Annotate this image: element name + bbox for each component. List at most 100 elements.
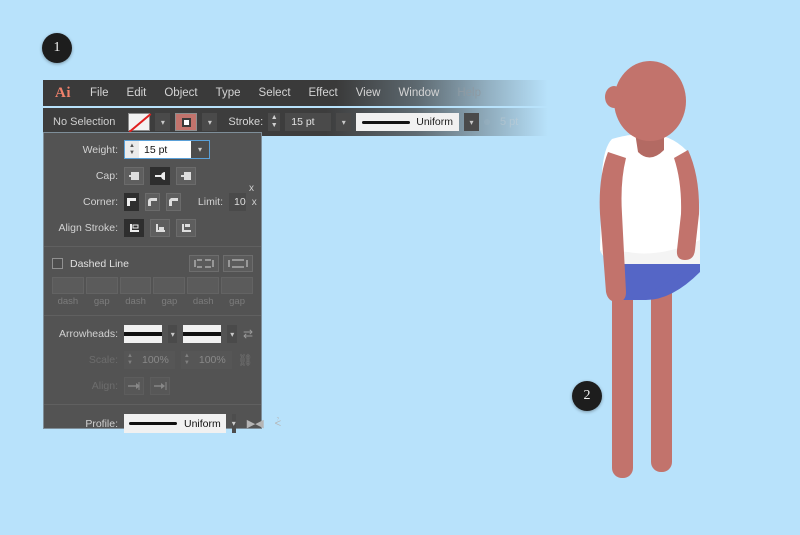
dash-field-3[interactable] bbox=[187, 277, 220, 294]
control-opacity-value: 5 pt bbox=[500, 116, 519, 128]
preserve-exact-dash-icon[interactable] bbox=[189, 255, 219, 272]
scale-end-stepper[interactable]: ▲ ▼ bbox=[181, 353, 193, 367]
arrowhead-end-select[interactable] bbox=[183, 325, 222, 343]
flip-along-icon[interactable]: ⩻ bbox=[275, 417, 281, 430]
gap-field-3[interactable] bbox=[221, 277, 253, 294]
stroke-weight-value[interactable]: 15 pt bbox=[285, 113, 332, 131]
align-dashes-corners-icon[interactable] bbox=[223, 255, 253, 272]
dash-caption-3: dash bbox=[192, 296, 214, 307]
projecting-cap-icon[interactable] bbox=[176, 167, 196, 185]
arrowheads-label: Arrowheads: bbox=[59, 328, 118, 340]
arrowhead-start-preview-icon bbox=[124, 332, 162, 336]
place-arrow-tip-icon[interactable] bbox=[150, 377, 170, 395]
scale-label: Scale: bbox=[88, 354, 118, 366]
menu-select[interactable]: Select bbox=[250, 83, 300, 103]
limit-input[interactable]: 10 bbox=[229, 193, 246, 211]
align-stroke-outside-icon[interactable] bbox=[176, 219, 196, 237]
stroke-color-swatch[interactable] bbox=[175, 113, 198, 131]
panel-divider-3 bbox=[44, 404, 261, 405]
limit-unit: x bbox=[251, 196, 257, 208]
scale-start-field[interactable]: ▲ ▼ 100% bbox=[124, 351, 175, 369]
gap-caption-3: gap bbox=[229, 296, 245, 307]
arrowhead-end-chevron-down-icon[interactable]: ▾ bbox=[227, 325, 237, 343]
panel-divider-1 bbox=[44, 246, 261, 247]
arrow-scale-row: Scale: ▲ ▼ 100% ▲ ▼ 100% ⛓ bbox=[44, 347, 261, 373]
dash-field-2[interactable] bbox=[119, 277, 152, 294]
extend-arrow-tip-icon[interactable] bbox=[124, 377, 144, 395]
swap-arrowheads-icon[interactable]: ⇄ bbox=[243, 327, 253, 341]
stroke-swatch-chevron-down-icon[interactable]: ▾ bbox=[202, 113, 218, 131]
gap-field-2[interactable] bbox=[153, 277, 186, 294]
cap-label: Cap: bbox=[95, 170, 118, 182]
stroke-weight-label: Stroke: bbox=[228, 116, 264, 128]
weight-chevron-down-icon[interactable]: ▾ bbox=[191, 141, 209, 158]
butt-cap-icon[interactable] bbox=[124, 167, 144, 185]
profile-row: Profile: Uniform ▾ ▶◀ ⩻ bbox=[44, 410, 281, 437]
menu-view[interactable]: View bbox=[347, 83, 390, 103]
flip-across-icon[interactable]: ▶◀ bbox=[247, 417, 264, 430]
weight-row: Weight: ▲▼ ▾ bbox=[44, 133, 261, 163]
dash-field-1[interactable] bbox=[52, 277, 84, 294]
align-stroke-inside-icon[interactable] bbox=[150, 219, 170, 237]
profile-label: Profile: bbox=[85, 417, 118, 430]
profile-chevron-down-icon[interactable]: ▾ bbox=[231, 414, 236, 433]
step-badge-1-label: 1 bbox=[53, 40, 61, 55]
control-profile-select[interactable]: Uniform bbox=[356, 113, 459, 131]
broken-link-icon[interactable]: ⛓ bbox=[238, 353, 253, 367]
align-stroke-row: Align Stroke: bbox=[44, 215, 261, 241]
gap-field-1[interactable] bbox=[85, 277, 118, 294]
illustrator-menu-bar: Ai File Edit Object Type Select Effect V… bbox=[43, 80, 548, 106]
gap-caption-1: gap bbox=[93, 296, 110, 307]
gap-caption-2: gap bbox=[161, 296, 178, 307]
arrowhead-start-chevron-down-icon[interactable]: ▾ bbox=[168, 325, 178, 343]
menu-help[interactable]: Help bbox=[448, 83, 490, 103]
weight-field-group[interactable]: ▲▼ ▾ bbox=[124, 140, 210, 159]
profile-value: Uniform bbox=[184, 417, 221, 430]
dash-caption-2: dash bbox=[125, 296, 146, 307]
dashed-line-checkbox[interactable] bbox=[52, 258, 63, 269]
menu-type[interactable]: Type bbox=[207, 83, 250, 103]
scale-end-field[interactable]: ▲ ▼ 100% bbox=[180, 351, 232, 369]
dash-field-captions: dash gap dash gap dash gap bbox=[44, 296, 261, 310]
control-profile-value: Uniform bbox=[416, 116, 453, 128]
arrow-align-label: Align: bbox=[91, 380, 118, 392]
align-stroke-center-icon[interactable] bbox=[124, 219, 144, 237]
opacity-dot-icon bbox=[484, 119, 490, 125]
menu-edit[interactable]: Edit bbox=[118, 83, 156, 103]
menu-object[interactable]: Object bbox=[155, 83, 206, 103]
menu-effect[interactable]: Effect bbox=[300, 83, 347, 103]
stroke-weight-stepper[interactable]: ▲ ▼ bbox=[268, 113, 281, 131]
step-badge-1: 1 bbox=[42, 33, 72, 63]
step-badge-2-label: 2 bbox=[583, 388, 591, 403]
arrowheads-row: Arrowheads: ▾ ▾ ⇄ bbox=[44, 321, 261, 347]
weight-label: Weight: bbox=[82, 143, 118, 156]
scale-start-stepper[interactable]: ▲ ▼ bbox=[124, 353, 136, 367]
weight-stepper[interactable]: ▲ ▼ bbox=[125, 141, 139, 158]
corner-row: Corner: Limit: 10 x bbox=[44, 189, 261, 215]
stroke-weight-chevron-down-icon[interactable]: ▾ bbox=[336, 113, 352, 131]
bevel-join-icon[interactable] bbox=[166, 193, 181, 211]
weight-input[interactable] bbox=[139, 141, 191, 158]
dashed-line-row: Dashed Line bbox=[44, 252, 261, 275]
arrowhead-end-preview-icon bbox=[183, 332, 222, 336]
arrowhead-start-select[interactable] bbox=[124, 325, 162, 343]
profile-line-preview-icon bbox=[129, 422, 177, 425]
profile-preview-line-icon bbox=[362, 120, 411, 124]
control-opacity-ghost: 5 pt bbox=[484, 116, 518, 128]
dashed-line-label: Dashed Line bbox=[70, 257, 129, 270]
menu-window[interactable]: Window bbox=[389, 83, 448, 103]
round-join-icon[interactable] bbox=[145, 193, 160, 211]
fill-color-swatch[interactable] bbox=[128, 113, 151, 131]
dash-preserve-buttons bbox=[189, 255, 253, 272]
miter-join-icon[interactable] bbox=[124, 193, 139, 211]
round-cap-icon[interactable] bbox=[150, 167, 170, 185]
panel-close-icon[interactable]: x bbox=[249, 183, 254, 194]
scale-end-value: 100% bbox=[198, 354, 226, 366]
control-profile-chevron-down-icon[interactable]: ▾ bbox=[464, 113, 479, 131]
corner-label: Corner: bbox=[82, 196, 118, 208]
menu-file[interactable]: File bbox=[81, 83, 118, 103]
selection-status-label: No Selection bbox=[53, 116, 116, 128]
profile-select[interactable]: Uniform bbox=[124, 414, 226, 433]
fill-swatch-chevron-down-icon[interactable]: ▾ bbox=[155, 113, 171, 131]
align-stroke-label: Align Stroke: bbox=[58, 222, 118, 234]
